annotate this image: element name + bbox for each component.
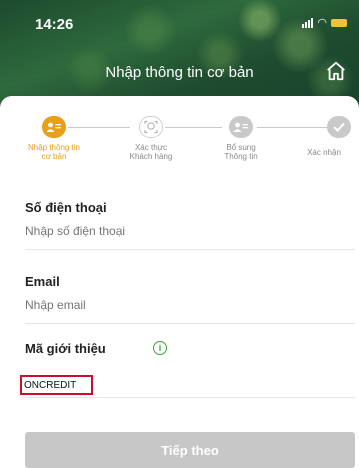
step-connector xyxy=(257,127,327,128)
step-1-label: Nhập thông tin cơ bản xyxy=(27,143,81,161)
step-4-label: Xác nhận xyxy=(307,148,341,157)
phone-label: Số điện thoại xyxy=(25,200,107,215)
step-connector xyxy=(165,127,222,128)
home-icon[interactable] xyxy=(325,60,347,82)
status-icons: ◠ xyxy=(302,17,347,29)
step-3-label: Bổ sung Thông tin xyxy=(224,143,258,161)
email-label: Email xyxy=(25,274,60,289)
step-2-label: Xác thực Khách hàng xyxy=(129,143,173,161)
referral-underline xyxy=(25,397,355,398)
email-underline xyxy=(25,323,355,324)
phone-input[interactable] xyxy=(25,224,355,238)
phone-underline xyxy=(25,249,355,250)
status-time: 14:26 xyxy=(35,16,74,33)
referral-code-input[interactable]: ONCREDIT xyxy=(20,375,93,395)
page-title: Nhập thông tin cơ bản xyxy=(105,64,254,81)
step-3-icon xyxy=(229,116,253,138)
signal-icon xyxy=(302,18,314,28)
email-input[interactable] xyxy=(25,298,355,312)
step-2-icon xyxy=(139,116,163,138)
step-4-icon xyxy=(327,116,351,138)
step-1-icon xyxy=(42,116,66,138)
step-connector xyxy=(68,127,130,128)
wifi-icon: ◠ xyxy=(317,17,327,29)
next-button[interactable]: Tiếp theo xyxy=(25,432,355,468)
info-icon[interactable]: i xyxy=(153,341,167,355)
referral-label: Mã giới thiệu xyxy=(25,341,106,356)
battery-icon xyxy=(331,19,347,27)
